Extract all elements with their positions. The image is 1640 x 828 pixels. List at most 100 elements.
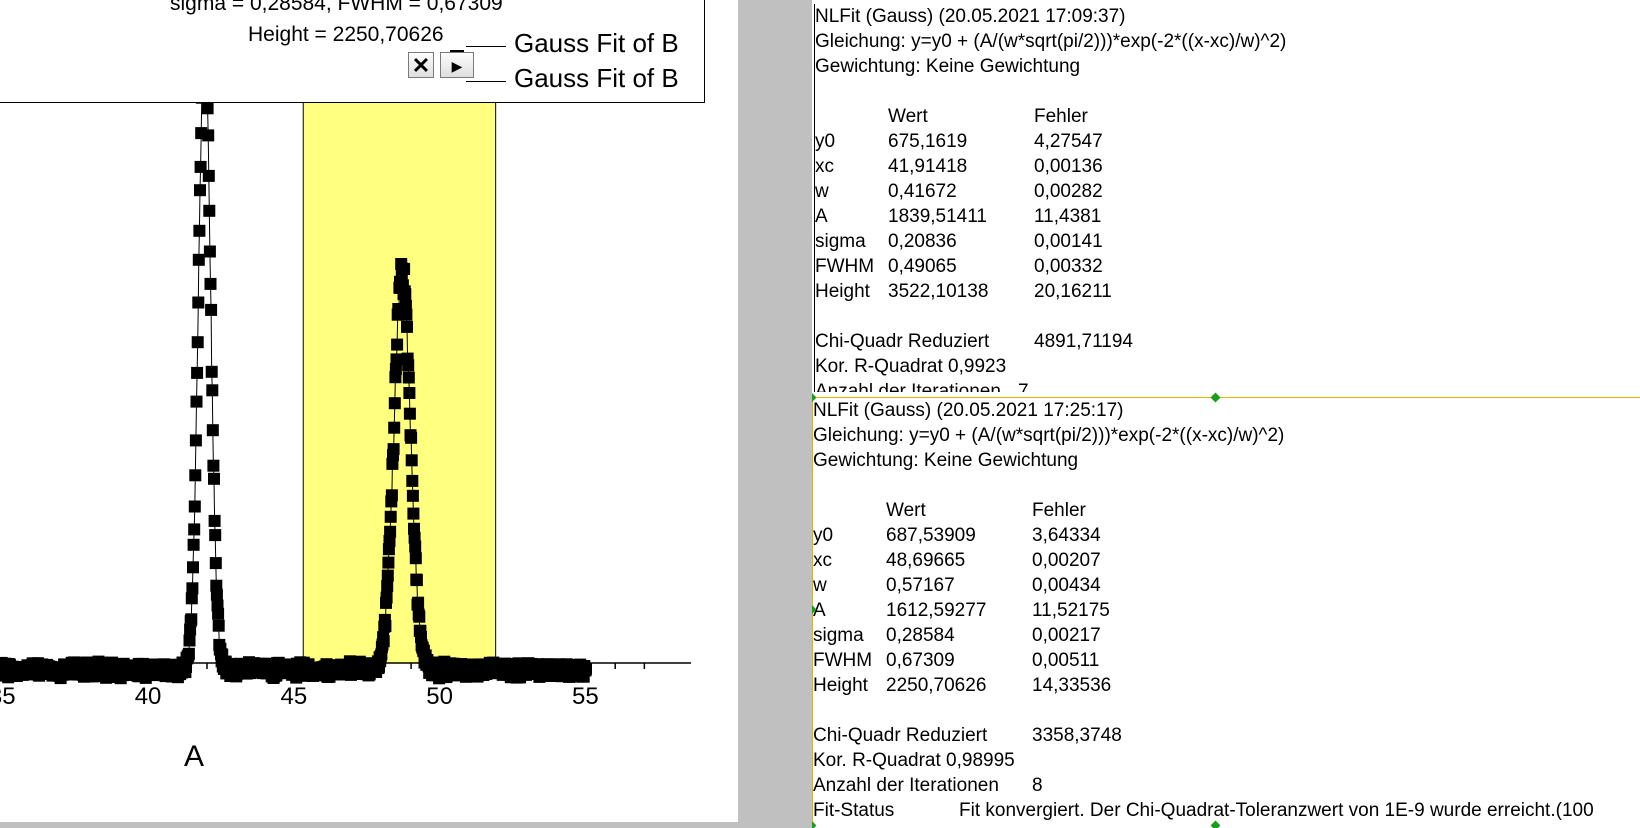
data-point [192, 253, 205, 266]
param-row: Height 3522,10138 20,16211 [815, 279, 1640, 304]
data-point [187, 538, 200, 551]
param-row: xc 41,91418 0,00136 [815, 154, 1640, 179]
chi-value: 3358,3748 [1032, 725, 1122, 746]
data-point [407, 507, 420, 520]
data-point [189, 434, 202, 447]
data-point [387, 443, 400, 456]
data-point [391, 338, 404, 351]
data-point [580, 662, 592, 675]
param-row: sigma 0,20836 0,00141 [815, 229, 1640, 254]
data-point [406, 474, 419, 487]
data-point [381, 569, 394, 582]
data-point [410, 574, 423, 587]
data-point [208, 472, 220, 485]
data-point [403, 407, 416, 420]
data-point [182, 647, 195, 660]
data-point [206, 384, 219, 397]
close-icon[interactable]: ✕ [408, 52, 434, 78]
param-header: Wert Fehler [815, 104, 1640, 129]
col-value-header: Wert [888, 106, 928, 127]
param-name: FWHM [815, 256, 875, 277]
r-squared: Kor. R-Quadrat 0,9923 [815, 356, 1007, 377]
fit-report-1[interactable]: NLFit (Gauss) (20.05.2021 17:09:37) Glei… [814, 4, 1640, 392]
x-tick-label: 50 [426, 683, 453, 710]
param-name: Height [815, 281, 870, 302]
iter-row: Anzahl der Iterationen 7 [815, 379, 1640, 392]
x-tick-label: 45 [280, 683, 308, 710]
data-point [204, 277, 217, 290]
chi-label: Chi-Quadr Reduziert [815, 331, 990, 352]
param-error: 11,52175 [1032, 600, 1110, 621]
data-point [188, 500, 201, 513]
legend-box[interactable]: sigma = 0,28584, FWHM = 0,67309 Height =… [0, 0, 705, 103]
param-error: 0,00332 [1034, 256, 1103, 277]
data-point [384, 510, 397, 523]
param-value: 0,41672 [888, 181, 957, 202]
report-equation: Gleichung: y=y0 + (A/(w*sqrt(pi/2)))*exp… [813, 425, 1285, 446]
data-point [412, 596, 425, 609]
play-icon[interactable]: ▶ [440, 52, 474, 78]
param-value: 1839,51411 [888, 206, 987, 227]
col-value-header: Wert [886, 500, 926, 521]
param-row: sigma 0,28584 0,00217 [813, 623, 1640, 648]
report-title: NLFit (Gauss) (20.05.2021 17:25:17) [813, 400, 1124, 421]
data-point [189, 469, 202, 482]
fit-status-label: Fit-Status [813, 800, 895, 821]
param-error: 0,00434 [1032, 575, 1101, 596]
param-name: xc [815, 156, 834, 177]
r-squared: Kor. R-Quadrat 0,98995 [813, 750, 1015, 771]
data-point [203, 204, 216, 217]
data-point [202, 129, 215, 142]
param-row: w 0,57167 0,00434 [813, 573, 1640, 598]
legend-swatch-1 [466, 46, 506, 47]
data-point [385, 489, 398, 502]
data-point [209, 529, 222, 542]
param-error: 0,00217 [1032, 625, 1101, 646]
plot-area[interactable] [0, 0, 738, 822]
data-point [384, 525, 397, 538]
report-window[interactable]: NLFit (Gauss) (20.05.2021 17:09:37) Glei… [812, 0, 1640, 828]
data-point [405, 454, 418, 467]
fit-report-2[interactable]: NLFit (Gauss) (20.05.2021 17:25:17) Glei… [812, 398, 1640, 828]
param-row: FWHM 0,49065 0,00332 [815, 254, 1640, 279]
param-error: 0,00136 [1034, 156, 1103, 177]
data-point [401, 320, 413, 333]
data-point [190, 395, 203, 408]
data-line [0, 35, 587, 681]
data-point [406, 489, 419, 502]
param-error: 14,33536 [1032, 675, 1112, 696]
data-point [212, 619, 225, 632]
col-error-header: Fehler [1032, 500, 1086, 521]
iter-row: Anzahl der Iterationen 8 [813, 773, 1640, 798]
param-name: sigma [813, 625, 864, 646]
param-value: 0,28584 [886, 625, 955, 646]
data-point [206, 424, 219, 437]
x-tick-label: 55 [572, 683, 599, 710]
param-name: A [815, 206, 828, 227]
fit-status-row: Fit-Status Fit konvergiert. Der Chi-Quadr… [813, 798, 1640, 823]
param-error: 3,64334 [1032, 525, 1101, 546]
data-point [402, 359, 415, 372]
param-name: sigma [815, 231, 866, 252]
param-error: 11,4381 [1034, 206, 1102, 227]
data-point [409, 552, 422, 565]
param-row: xc 48,69665 0,00207 [813, 548, 1640, 573]
report-equation: Gleichung: y=y0 + (A/(w*sqrt(pi/2)))*exp… [815, 31, 1287, 52]
data-point [194, 184, 206, 197]
param-value: 0,57167 [886, 575, 955, 596]
chi-value: 4891,71194 [1034, 331, 1133, 352]
data-point [192, 296, 205, 309]
x-tick-label: 35 [0, 683, 16, 710]
data-point [185, 613, 198, 626]
data-point [382, 556, 395, 569]
param-value: 687,53909 [886, 525, 976, 546]
chi-label: Chi-Quadr Reduziert [813, 725, 988, 746]
param-value: 3522,10138 [888, 281, 989, 302]
data-point [399, 288, 412, 301]
data-point [398, 263, 411, 275]
data-point [203, 245, 216, 258]
graph-window[interactable]: sigma = 0,28584, FWHM = 0,67309 Height =… [0, 0, 738, 822]
param-name: w [815, 181, 829, 202]
param-value: 41,91418 [888, 156, 968, 177]
data-point [405, 431, 418, 444]
